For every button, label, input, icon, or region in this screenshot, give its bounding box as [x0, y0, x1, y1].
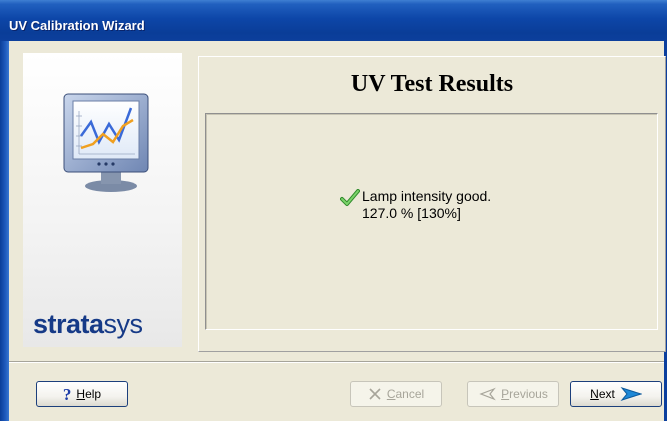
cancel-button[interactable]: Cancel: [350, 381, 442, 407]
title-bar[interactable]: UV Calibration Wizard: [0, 0, 667, 41]
separator: [9, 361, 664, 363]
wizard-window: UV Calibration Wizard stratasys UV Test …: [0, 0, 667, 421]
help-label: Help: [76, 387, 102, 401]
chart-monitor-icon: [63, 93, 149, 192]
previous-button[interactable]: Previous: [467, 381, 559, 407]
next-button[interactable]: Next: [570, 381, 662, 407]
question-icon: ?: [62, 384, 72, 404]
result-box: Lamp intensity good. 127.0 % [130%]: [205, 113, 658, 330]
stratasys-logo: stratasys: [33, 309, 143, 339]
x-icon: [369, 388, 381, 400]
previous-label: Previous: [501, 387, 548, 401]
result-value: 127.0 % [130%]: [362, 205, 461, 221]
next-label: Next: [590, 387, 615, 401]
page-title: UV Test Results: [350, 71, 514, 97]
help-button[interactable]: ? Help: [36, 381, 128, 407]
cancel-label: Cancel: [386, 387, 425, 401]
window-left-border: [0, 41, 9, 421]
right-arrow-icon: [620, 387, 642, 401]
result-message: Lamp intensity good.: [362, 188, 492, 204]
content-panel: UV Test Results Lamp intensity good. 127…: [198, 56, 666, 352]
window-title: UV Calibration Wizard: [9, 18, 145, 33]
wizard-sidebar: stratasys: [23, 53, 182, 347]
left-arrow-icon: [479, 387, 496, 401]
checkmark-icon: [340, 189, 360, 206]
